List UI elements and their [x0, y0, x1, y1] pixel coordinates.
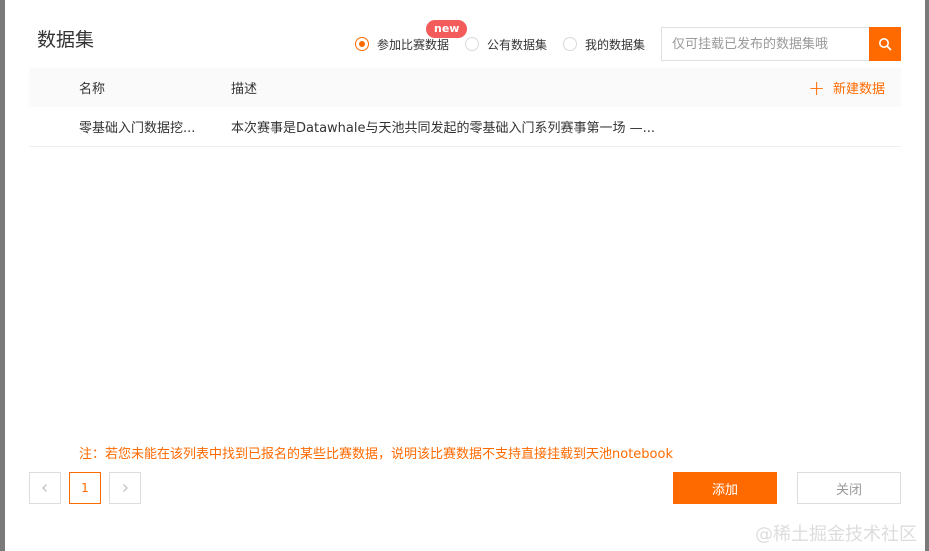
radio-label: 公有数据集: [487, 37, 548, 52]
radio-dot[interactable]: [355, 37, 369, 51]
search-input[interactable]: [662, 28, 869, 60]
dataset-dialog: 数据集 参加比赛数据 new 公有数据集 我的数据集 名称 描述: [5, 0, 925, 551]
radio-label: 参加比赛数据: [377, 37, 450, 52]
search-button[interactable]: [869, 27, 901, 61]
dialog-title: 数据集: [37, 29, 95, 51]
chevron-left-icon: [42, 484, 47, 492]
page-1-button[interactable]: 1: [69, 472, 101, 504]
watermark: @稀土掘金技术社区: [755, 524, 917, 545]
radio-dot[interactable]: [465, 37, 480, 51]
search-box: [661, 27, 901, 61]
dataset-table: 名称 描述 + 新建数据 零基础入门数据挖... 本次赛事是Datawhale与…: [29, 68, 901, 147]
chevron-right-icon: [123, 484, 128, 492]
dataset-source-radio-group: 参加比赛数据 new 公有数据集 我的数据集: [355, 19, 661, 54]
radio-public-dataset[interactable]: 公有数据集: [465, 36, 547, 53]
new-data-label: 新建数据: [832, 82, 885, 97]
plus-icon: +: [808, 75, 825, 100]
close-button[interactable]: 关闭: [797, 472, 901, 504]
radio-label: 我的数据集: [585, 37, 646, 52]
add-button[interactable]: 添加: [673, 472, 777, 504]
table-row[interactable]: 零基础入门数据挖... 本次赛事是Datawhale与天池共同发起的零基础入门系…: [29, 107, 901, 147]
next-page-button[interactable]: [109, 472, 141, 504]
search-icon: [879, 38, 892, 51]
radio-dot[interactable]: [563, 37, 578, 51]
pagination: 1: [29, 472, 149, 504]
notice-text: 注：若您未能在该列表中找到已报名的某些比赛数据，说明该比赛数据不支持直接挂载到天…: [79, 447, 673, 462]
prev-page-button[interactable]: [29, 472, 61, 504]
table-header: 名称 描述 + 新建数据: [29, 68, 901, 107]
radio-my-dataset[interactable]: 我的数据集: [563, 36, 645, 53]
column-header-name: 名称: [79, 82, 106, 97]
row-name: 零基础入门数据挖...: [79, 121, 196, 136]
new-badge: new: [426, 19, 468, 38]
row-desc: 本次赛事是Datawhale与天池共同发起的零基础入门系列赛事第一场 —...: [231, 121, 656, 136]
column-header-desc: 描述: [231, 82, 258, 97]
new-data-button[interactable]: + 新建数据: [808, 68, 885, 107]
radio-competition-data[interactable]: 参加比赛数据 new: [355, 19, 468, 53]
